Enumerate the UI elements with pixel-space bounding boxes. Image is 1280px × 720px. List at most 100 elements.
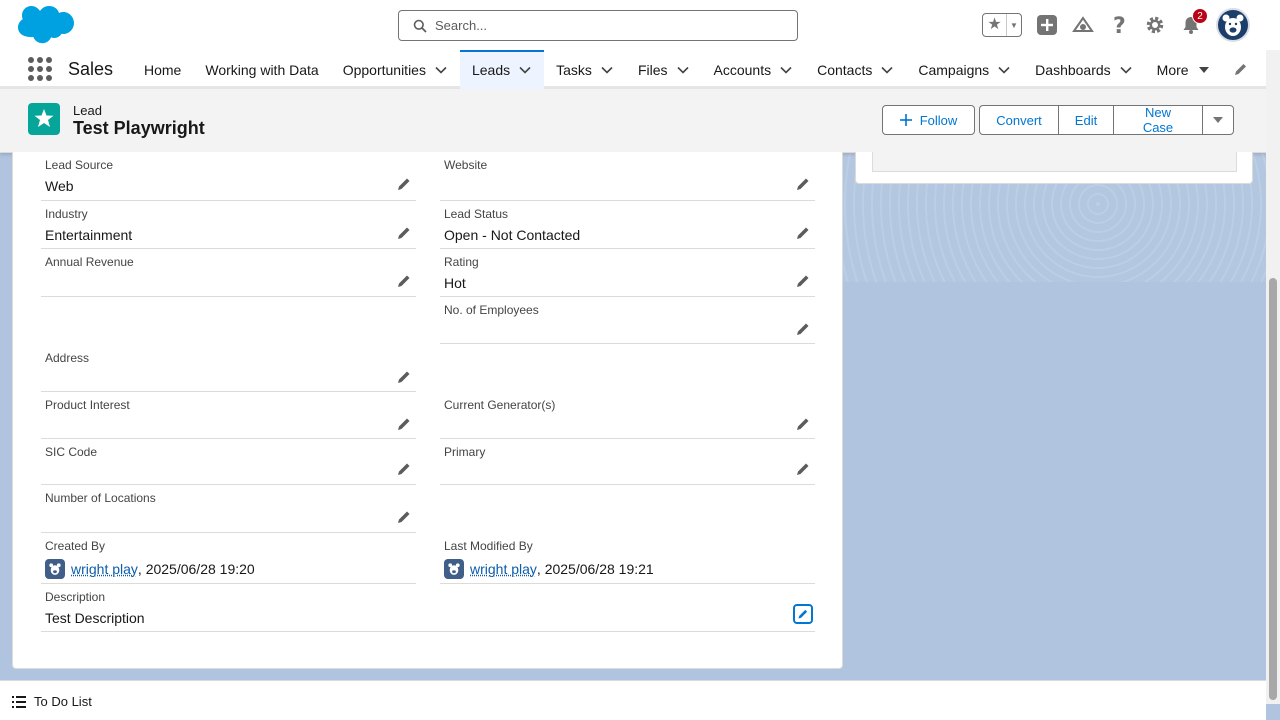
nav-item-label: Working with Data [205, 61, 319, 78]
created-by-user-link[interactable]: wright play [71, 561, 138, 577]
field-label: Website [444, 158, 488, 172]
field-value: Hot [444, 275, 466, 291]
plus-icon [899, 114, 912, 126]
last-modified-by-user-link[interactable]: wright play [470, 561, 537, 577]
pencil-icon[interactable] [396, 509, 412, 525]
pencil-icon[interactable] [795, 461, 811, 477]
chevron-down-icon[interactable] [518, 63, 532, 77]
field-annual-revenue: Annual Revenue [41, 249, 416, 297]
pencil-icon[interactable] [795, 225, 811, 241]
setup-button[interactable] [1144, 14, 1166, 36]
user-avatar-icon [45, 559, 65, 579]
pencil-icon[interactable] [795, 176, 811, 192]
field-lead-status: Lead Status Open - Not Contacted [440, 201, 815, 249]
gear-icon [1146, 16, 1164, 34]
plus-icon [1037, 15, 1057, 35]
chevron-down-icon[interactable] [880, 63, 894, 77]
new-case-button[interactable]: New Case [1113, 105, 1202, 135]
notifications-button[interactable]: 2 [1180, 8, 1208, 36]
chevron-down-icon[interactable] [1119, 63, 1133, 77]
follow-button[interactable]: Follow [882, 105, 975, 135]
field-label: SIC Code [45, 445, 98, 459]
chevron-down-icon[interactable] [676, 63, 690, 77]
edit-button[interactable]: Edit [1058, 105, 1113, 135]
edit-description-button[interactable] [793, 604, 813, 624]
notification-badge: 2 [1192, 8, 1208, 24]
nav-item-working-with-data[interactable]: Working with Data [193, 50, 330, 89]
pencil-icon[interactable] [396, 225, 412, 241]
to-do-list-button[interactable]: To Do List [12, 694, 92, 709]
convert-button[interactable]: Convert [979, 105, 1058, 135]
pencil-icon[interactable] [795, 416, 811, 432]
more-actions-button[interactable] [1202, 105, 1234, 135]
nav-item-opportunities[interactable]: Opportunities [331, 50, 460, 89]
pencil-icon[interactable] [795, 321, 811, 337]
nav-item-files[interactable]: Files [626, 50, 702, 89]
trailhead-button[interactable] [1072, 14, 1094, 36]
field-employees: No. of Employees [440, 297, 815, 344]
search-input[interactable] [435, 18, 775, 33]
field-label: Address [45, 351, 90, 365]
pencil-icon[interactable] [396, 461, 412, 477]
pencil-icon[interactable] [396, 273, 412, 289]
last-modified-by-date: , 2025/06/28 19:21 [536, 561, 654, 577]
nav-item-leads[interactable]: Leads [459, 50, 545, 92]
follow-label: Follow [919, 112, 958, 128]
field-label: Current Generator(s) [444, 398, 556, 412]
star-icon[interactable]: ★ [983, 14, 1007, 36]
chevron-down-icon[interactable] [779, 63, 793, 77]
field-label: Annual Revenue [45, 255, 134, 269]
help-button[interactable]: ? [1108, 14, 1130, 36]
nav-item-more[interactable]: More [1145, 50, 1223, 89]
field-label: Primary [444, 445, 486, 459]
field-value: Test Description [45, 610, 145, 626]
last-modified-by-user: wright play , 2025/06/28 19:21 [444, 559, 654, 579]
nav-item-dashboards[interactable]: Dashboards [1023, 50, 1145, 89]
pencil-icon[interactable] [396, 416, 412, 432]
record-type: Lead [73, 103, 102, 118]
nav-item-home[interactable]: Home [132, 50, 193, 89]
app-name: Sales [68, 59, 114, 79]
pencil-icon[interactable] [396, 176, 412, 192]
field-label: Description [45, 590, 106, 604]
list-icon [12, 695, 26, 708]
pencil-icon[interactable] [795, 273, 811, 289]
global-actions-button[interactable] [1036, 14, 1058, 36]
nav-item-tasks[interactable]: Tasks [544, 50, 626, 89]
nav-item-campaigns[interactable]: Campaigns [906, 50, 1023, 89]
nav-item-accounts[interactable]: Accounts [702, 50, 806, 89]
svg-text:?: ? [1113, 14, 1126, 36]
lead-icon [28, 103, 60, 135]
page-scrollbar[interactable] [1266, 50, 1280, 704]
favorites-dropdown-icon[interactable]: ▼ [1007, 21, 1021, 30]
scrollbar-thumb[interactable] [1269, 278, 1277, 700]
field-label: Lead Status [444, 207, 509, 221]
field-value: Entertainment [45, 227, 133, 243]
salesforce-logo[interactable] [16, 5, 74, 45]
edit-nav-pencil-icon[interactable] [1234, 62, 1248, 76]
pencil-icon[interactable] [396, 369, 412, 385]
nav-item-label: Tasks [556, 61, 592, 78]
nav-item-label: Accounts [713, 61, 772, 78]
field-current-generators: Current Generator(s) [440, 392, 815, 439]
app-launcher-icon[interactable] [28, 57, 52, 81]
field-label: Created By [45, 539, 106, 553]
pencil-icon [798, 609, 808, 619]
global-search[interactable] [398, 10, 798, 41]
nav-items: Home Working with Data Opportunities Leads T… [132, 50, 1223, 92]
field-number-of-locations: Number of Locations [41, 485, 416, 533]
user-avatar[interactable] [1216, 8, 1250, 42]
created-by-date: , 2025/06/28 19:20 [137, 561, 255, 577]
nav-item-label: Opportunities [342, 61, 426, 78]
nav-item-label: More [1156, 61, 1189, 78]
chevron-down-icon[interactable] [997, 63, 1011, 77]
chevron-down-icon[interactable] [434, 63, 448, 77]
field-label: Product Interest [45, 398, 130, 412]
favorites-button[interactable]: ★ ▼ [982, 13, 1022, 37]
nav-item-contacts[interactable]: Contacts [805, 50, 906, 89]
field-created-by: Created By wright play , 2025/06/28 19:2… [41, 533, 416, 584]
chevron-down-icon[interactable] [1197, 63, 1211, 77]
chevron-down-icon[interactable] [600, 63, 614, 77]
action-button-group: Convert Edit New Case [979, 105, 1234, 135]
field-address: Address [41, 345, 416, 392]
